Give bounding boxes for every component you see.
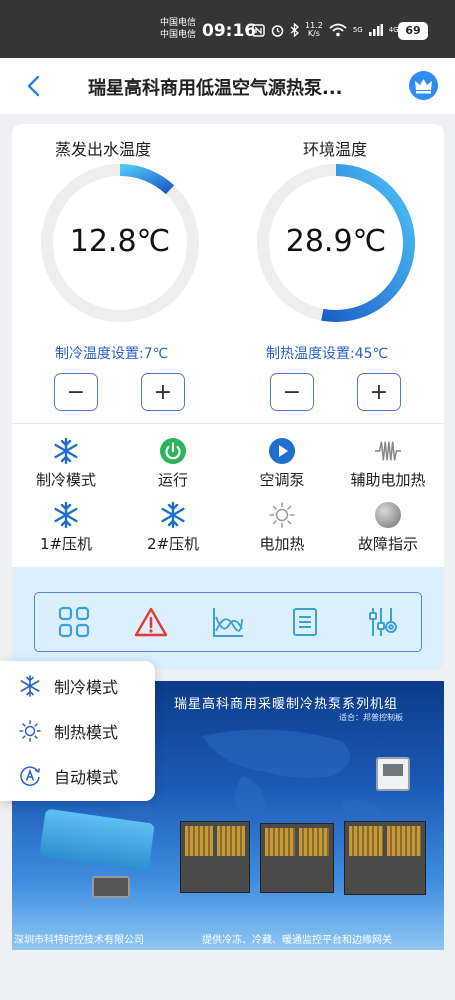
auto-mode-icon <box>18 764 42 788</box>
gauge-value-ambient: 28.9℃ <box>285 224 387 259</box>
alarm-icon <box>134 607 167 637</box>
gauge-title-ambient: 环境温度 <box>303 140 368 159</box>
alarm-clock-icon <box>271 24 284 37</box>
carrier-1: 中国电信 <box>160 18 197 28</box>
gateway-port-image <box>92 876 130 898</box>
status-bar: 中国电信 中国电信 09:16 11.2 K/s 5G 4G 69 <box>0 0 455 58</box>
status-running: 运行 <box>123 437 223 490</box>
grid-icon <box>58 606 89 638</box>
device-card: 蒸发出水温度 12.8℃ 制冷温度设置:7℃ − + 环境温度 28.9℃ 制热… <box>12 124 444 670</box>
settings-button[interactable] <box>362 602 402 642</box>
app-header: 瑞星高科商用低温空气源热泵... <box>0 58 455 114</box>
status-cooling-mode: 制冷模式 <box>16 437 116 490</box>
section-divider <box>12 423 444 424</box>
status-aux-heating: 辅助电加热 <box>332 437 444 490</box>
mode-dropdown-menu: 制冷模式 制热模式 自动模式 <box>0 661 155 801</box>
function-toolbar <box>34 592 422 652</box>
settings-sliders-icon <box>369 608 398 636</box>
carrier-2: 中国电信 <box>160 30 197 40</box>
banner-footer-services: 提供冷冻、冷藏、暖通监控平台和边缘网关 <box>202 935 392 946</box>
heating-coil-icon <box>374 437 402 465</box>
status-fault-indicator: 故障指示 <box>338 501 438 554</box>
status-compressor-1: 1#压机 <box>16 501 116 554</box>
cooling-increase-button[interactable]: + <box>141 373 185 411</box>
clock: 09:16 <box>202 21 257 41</box>
banner-title: 瑞星高科商用采暖制冷热泵系列机组 <box>174 697 399 712</box>
power-icon <box>159 437 187 465</box>
wifi-icon <box>329 23 347 37</box>
carrier-info: 中国电信 中国电信 <box>160 17 196 41</box>
indicator-light-icon <box>374 501 402 529</box>
banner-footer-company: 深圳市科特时控技术有限公司 <box>14 935 144 946</box>
heating-increase-button[interactable]: + <box>357 373 401 411</box>
snowflake-icon <box>159 501 187 529</box>
heat-pump-unit-3 <box>344 821 426 895</box>
alarm-button[interactable] <box>131 602 171 642</box>
toolbar-section <box>12 567 444 670</box>
bluetooth-icon <box>290 23 299 37</box>
gauge-value-evaporator: 12.8℃ <box>69 224 171 259</box>
page-title: 瑞星高科商用低温空气源热泵... <box>88 78 343 99</box>
back-arrow-icon[interactable] <box>22 73 48 99</box>
gauge-title-evaporator: 蒸发出水温度 <box>55 140 152 159</box>
status-ac-pump: 空调泵 <box>232 437 332 490</box>
list-icon <box>293 608 318 636</box>
signal-icon <box>368 24 383 36</box>
cooling-setpoint-label: 制冷温度设置:7℃ <box>55 346 169 362</box>
chart-icon <box>212 608 243 637</box>
heating-setpoint-label: 制热温度设置:45℃ <box>266 346 389 362</box>
status-compressor-2: 2#压机 <box>123 501 223 554</box>
gauge-arc <box>119 164 175 195</box>
wifi-5g-badge: 5G <box>352 26 363 34</box>
snowflake-icon <box>52 437 80 465</box>
crown-icon <box>415 79 432 94</box>
status-electric-heating: 电加热 <box>232 501 332 554</box>
play-icon <box>268 437 296 465</box>
grid-menu-button[interactable] <box>54 602 94 642</box>
nfc-icon <box>252 23 265 37</box>
chart-button[interactable] <box>208 602 248 642</box>
snowflake-icon <box>18 674 42 698</box>
list-button[interactable] <box>285 602 325 642</box>
sun-icon <box>18 719 42 743</box>
status-icons: 11.2 K/s 5G 4G <box>252 22 419 38</box>
sun-icon <box>268 501 296 529</box>
battery-indicator: 69 <box>398 22 428 40</box>
menu-item-cooling-mode[interactable]: 制冷模式 <box>18 671 118 701</box>
heat-pump-unit-2 <box>260 823 334 893</box>
banner-subtitle: 适合：邦普控制板 <box>339 713 403 722</box>
menu-item-heating-mode[interactable]: 制热模式 <box>18 716 118 746</box>
cooling-decrease-button[interactable]: − <box>54 373 98 411</box>
controller-panel-image <box>376 757 410 791</box>
snowflake-icon <box>52 501 80 529</box>
net-speed: 11.2 K/s <box>305 21 323 38</box>
vip-crown-button[interactable] <box>409 71 438 100</box>
menu-item-auto-mode[interactable]: 自动模式 <box>18 761 118 791</box>
heat-pump-unit-1 <box>180 821 250 893</box>
heating-decrease-button[interactable]: − <box>270 373 314 411</box>
